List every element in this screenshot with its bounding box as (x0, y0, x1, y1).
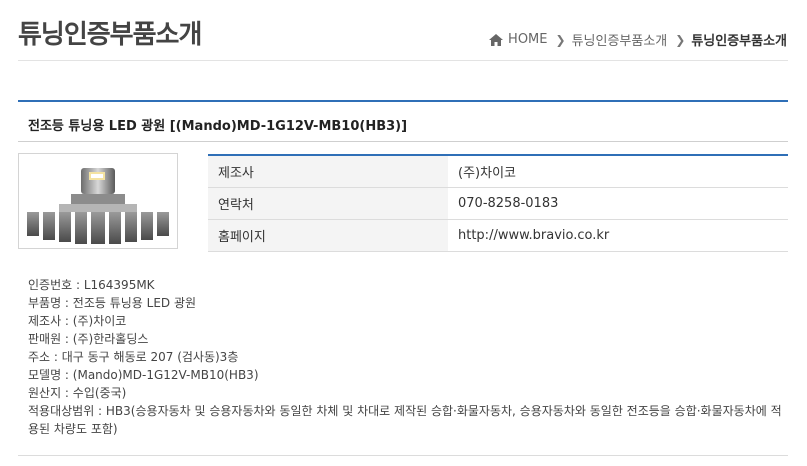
breadcrumb-level1-link[interactable]: 튜닝인증부품소개 (572, 30, 668, 49)
spec-seller: 판매원 : (주)한라홀딩스 (28, 332, 149, 346)
divider (18, 455, 788, 456)
product-specs: 인증번호 : L164395MK 부품명 : 전조등 튜닝용 LED 광원 제조… (28, 276, 788, 438)
breadcrumb-home-link[interactable]: HOME (508, 32, 547, 47)
manufacturer-info-table: 제조사 (주)차이코 연락처 070-8258-0183 홈페이지 http:/… (208, 154, 788, 252)
product-image (18, 153, 178, 249)
table-row: 연락처 070-8258-0183 (208, 187, 788, 220)
contact-value: 070-8258-0183 (448, 187, 788, 220)
homepage-link[interactable]: http://www.bravio.co.kr (448, 219, 788, 252)
led-bulb-icon (27, 168, 169, 244)
divider (18, 60, 788, 61)
part-name: 부품명 : 전조등 튜닝용 LED 광원 (28, 296, 197, 310)
manufacturer-value: (주)차이코 (448, 155, 788, 188)
table-row: 제조사 (주)차이코 (208, 155, 788, 188)
page-title: 튜닝인증부품소개 (18, 20, 202, 50)
spec-scope: 적용대상범위 : HB3(승용자동차 및 승용자동차와 동일한 차체 및 차대로… (28, 404, 782, 436)
product-title: 전조등 튜닝용 LED 광원 [(Mando)MD-1G12V-MB10(HB3… (28, 119, 408, 134)
homepage-label: 홈페이지 (208, 219, 448, 252)
home-icon[interactable] (489, 33, 504, 46)
table-row: 홈페이지 http://www.bravio.co.kr (208, 219, 788, 252)
manufacturer-label: 제조사 (208, 155, 448, 188)
page: 튜닝인증부품소개 HOME ❯ 튜닝인증부품소개 ❯ 튜닝인증부품소개 전조등 … (0, 0, 807, 466)
spec-address: 주소 : 대구 동구 해동로 207 (검사동)3층 (28, 350, 239, 364)
spec-origin: 원산지 : 수입(중국) (28, 386, 127, 400)
breadcrumb: HOME ❯ 튜닝인증부품소개 ❯ 튜닝인증부품소개 (489, 30, 787, 49)
chevron-right-icon: ❯ (555, 32, 566, 47)
breadcrumb-current[interactable]: 튜닝인증부품소개 (691, 30, 787, 49)
spec-manufacturer: 제조사 : (주)차이코 (28, 314, 127, 328)
spec-model: 모델명 : (Mando)MD-1G12V-MB10(HB3) (28, 368, 259, 382)
cert-number: 인증번호 : L164395MK (28, 278, 155, 292)
product-header: 전조등 튜닝용 LED 광원 [(Mando)MD-1G12V-MB10(HB3… (18, 100, 788, 142)
chevron-right-icon: ❯ (675, 32, 686, 47)
contact-label: 연락처 (208, 187, 448, 220)
